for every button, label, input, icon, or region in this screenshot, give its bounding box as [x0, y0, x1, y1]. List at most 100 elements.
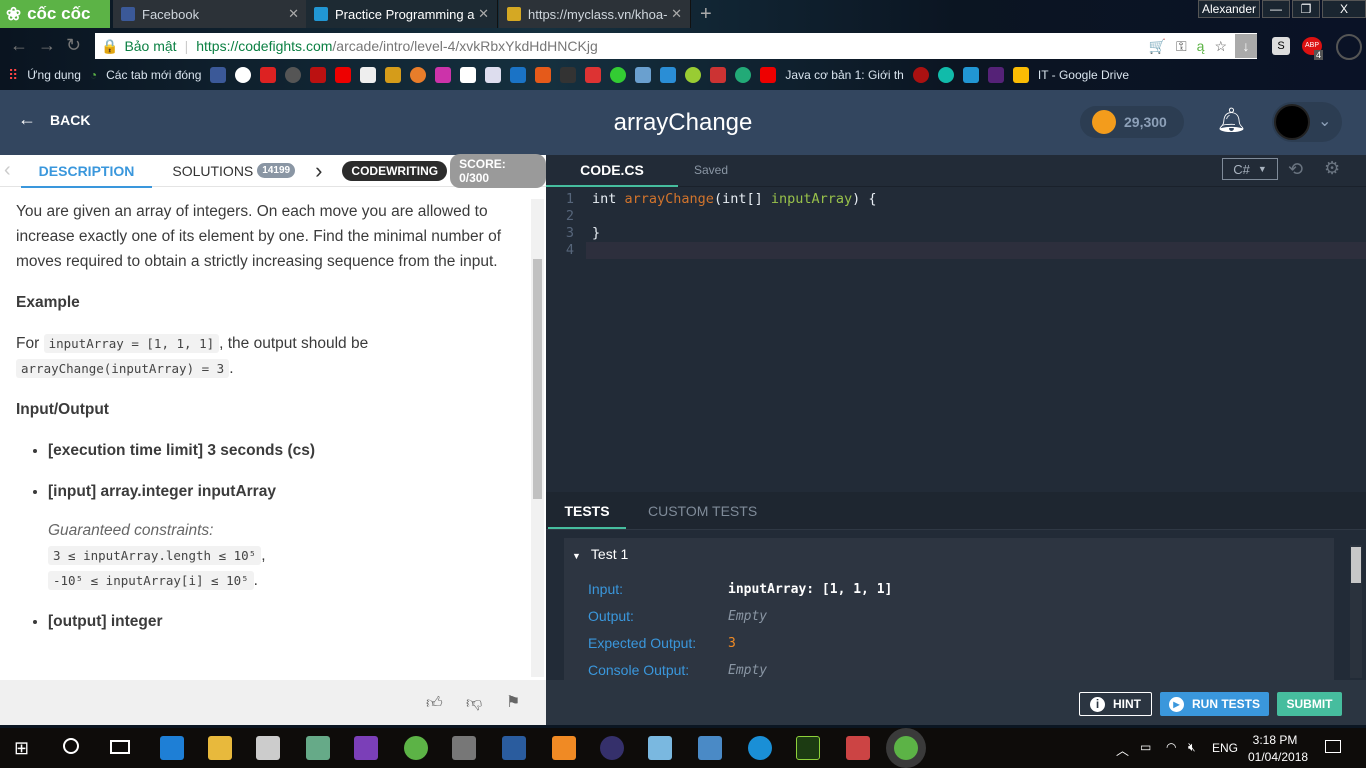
tab-tests[interactable]: TESTS	[548, 497, 626, 529]
bookmark-icon[interactable]	[385, 67, 402, 83]
tab-myclass[interactable]: https://myclass.vn/khoa-h ✕	[499, 0, 691, 28]
bookmark-icon[interactable]	[610, 67, 627, 83]
restore-button[interactable]: ❐	[1292, 0, 1320, 18]
bookmark-gmail-icon[interactable]	[360, 67, 377, 83]
bookmark-drive[interactable]: IT - Google Drive	[1038, 68, 1129, 82]
bookmark-java[interactable]: Java cơ bản 1: Giới th	[785, 68, 903, 82]
extension-s-icon[interactable]: S	[1272, 37, 1290, 55]
eclipse-icon[interactable]	[600, 736, 624, 760]
bookmark-icon[interactable]	[987, 67, 1004, 83]
forward-nav-icon[interactable]: →	[38, 35, 56, 56]
tab-codefights[interactable]: Practice Programming and ✕	[306, 0, 498, 28]
language-indicator[interactable]: ENG	[1212, 741, 1238, 755]
user-menu[interactable]: ⌄	[1272, 102, 1342, 142]
bookmark-google-icon[interactable]	[235, 67, 252, 83]
battery-icon[interactable]: ▭	[1140, 740, 1151, 754]
profile-circle-icon[interactable]	[1336, 34, 1362, 60]
minimize-button[interactable]: —	[1262, 0, 1290, 18]
wifi-icon[interactable]: ◠	[1166, 740, 1176, 754]
reset-icon[interactable]: ⟲	[1288, 159, 1303, 180]
submit-button[interactable]: SUBMIT	[1277, 692, 1342, 716]
bookmark-icon[interactable]	[912, 67, 929, 83]
tab-custom-tests[interactable]: CUSTOM TESTS	[648, 503, 757, 519]
app-icon[interactable]	[846, 736, 870, 760]
typing-icon[interactable]: ą	[1197, 38, 1205, 54]
coccoc-taskbar-icon[interactable]	[404, 736, 428, 760]
edge-icon[interactable]	[160, 736, 184, 760]
language-select[interactable]: C# ▼	[1222, 158, 1278, 180]
coins-badge[interactable]: 29,300	[1080, 106, 1184, 138]
search-icon[interactable]	[63, 738, 79, 754]
thumbs-down-icon[interactable]: 👎︎	[466, 694, 482, 713]
bookmark-icon[interactable]	[635, 67, 652, 83]
new-tab-button[interactable]: +	[700, 3, 712, 26]
hint-button[interactable]: i HINT	[1079, 692, 1152, 716]
coccoc-active-icon[interactable]	[894, 736, 918, 760]
store-icon[interactable]	[256, 736, 280, 760]
bookmark-icon[interactable]	[560, 67, 577, 83]
reload-icon[interactable]: ↻	[66, 35, 81, 56]
zalo-icon[interactable]	[748, 736, 772, 760]
coccoc-logo[interactable]: ❀ cốc cốc	[0, 0, 110, 28]
bookmark-icon[interactable]	[585, 67, 602, 83]
chevron-right-icon[interactable]: ›	[315, 158, 322, 184]
bookmark-icon[interactable]	[685, 67, 702, 83]
bookmark-icon[interactable]	[937, 67, 954, 83]
download-icon[interactable]: ↓	[1235, 34, 1257, 58]
star-icon[interactable]: ☆	[1214, 38, 1227, 55]
close-window-button[interactable]: X	[1322, 0, 1366, 18]
bookmark-icon[interactable]	[735, 67, 752, 83]
address-bar[interactable]: 🔒 Bảo mật | https://codefights.com/arcad…	[95, 33, 1257, 59]
close-tab-icon[interactable]: ✕	[478, 6, 489, 22]
clock[interactable]: 3:18 PM 01/04/2018	[1248, 732, 1308, 766]
close-tab-icon[interactable]: ✕	[671, 6, 682, 22]
bookmark-icon[interactable]	[710, 67, 727, 83]
gear-icon[interactable]: ⚙	[1324, 158, 1340, 179]
bookmark-youtube-icon[interactable]	[335, 67, 352, 83]
visual-studio-icon[interactable]	[354, 736, 378, 760]
file-explorer-icon[interactable]	[208, 736, 232, 760]
flag-icon[interactable]: ⚑	[506, 692, 520, 712]
app-icon[interactable]	[698, 736, 722, 760]
tools-icon[interactable]	[452, 736, 476, 760]
tab-description[interactable]: DESCRIPTION	[20, 156, 153, 188]
back-nav-icon[interactable]: ←	[10, 35, 28, 56]
bookmark-icon[interactable]	[310, 67, 327, 83]
bookmark-closed-tabs[interactable]: Các tab mới đóng	[106, 68, 201, 82]
notifications-icon[interactable]	[1325, 740, 1341, 753]
bookmark-icon[interactable]	[535, 67, 552, 83]
key-icon[interactable]: ⚿	[1176, 38, 1187, 55]
thumbs-up-icon[interactable]: 👍︎	[426, 694, 443, 713]
bookmark-facebook-icon[interactable]	[210, 67, 227, 83]
test-header[interactable]: ▼ Test 1	[572, 546, 628, 562]
sublime-icon[interactable]	[552, 736, 576, 760]
virtualbox-icon[interactable]	[648, 736, 672, 760]
bookmark-icon[interactable]	[410, 67, 427, 83]
windows-start-icon[interactable]: ⊞	[14, 738, 29, 759]
close-tab-icon[interactable]: ✕	[288, 6, 299, 22]
profile-button[interactable]: Alexander	[1198, 0, 1260, 18]
bookmark-apps[interactable]: Ứng dụng	[27, 68, 81, 82]
bookmark-codefights-icon[interactable]	[962, 67, 979, 83]
tab-solutions[interactable]: SOLUTIONS	[172, 163, 253, 179]
dreamweaver-icon[interactable]	[796, 736, 820, 760]
bookmark-icon[interactable]	[510, 67, 527, 83]
tab-facebook[interactable]: Facebook ✕	[113, 0, 308, 28]
volume-muted-icon[interactable]: 🔇︎	[1188, 740, 1196, 755]
chevron-up-icon[interactable]: ︿	[1116, 740, 1129, 759]
run-tests-button[interactable]: ▶ RUN TESTS	[1160, 692, 1269, 716]
bookmark-icon[interactable]	[260, 67, 277, 83]
scrollbar[interactable]	[531, 199, 544, 677]
tab-code-file[interactable]: CODE.CS	[546, 155, 678, 187]
devcpp-icon[interactable]	[502, 736, 526, 760]
bookmark-icon[interactable]	[285, 67, 302, 83]
bookmark-icon[interactable]	[660, 67, 677, 83]
bookmark-icon[interactable]	[485, 67, 502, 83]
cart-icon[interactable]: 🛒	[1149, 38, 1166, 55]
bell-icon[interactable]: 🔔︎	[1216, 106, 1246, 135]
apps-grid-icon[interactable]: ⠿	[8, 67, 18, 84]
bookmark-esl-icon[interactable]	[460, 67, 477, 83]
task-view-icon[interactable]	[110, 740, 130, 754]
bookmark-icon[interactable]	[435, 67, 452, 83]
code-editor[interactable]: int arrayChange(int[] inputArray) { }	[592, 191, 877, 242]
